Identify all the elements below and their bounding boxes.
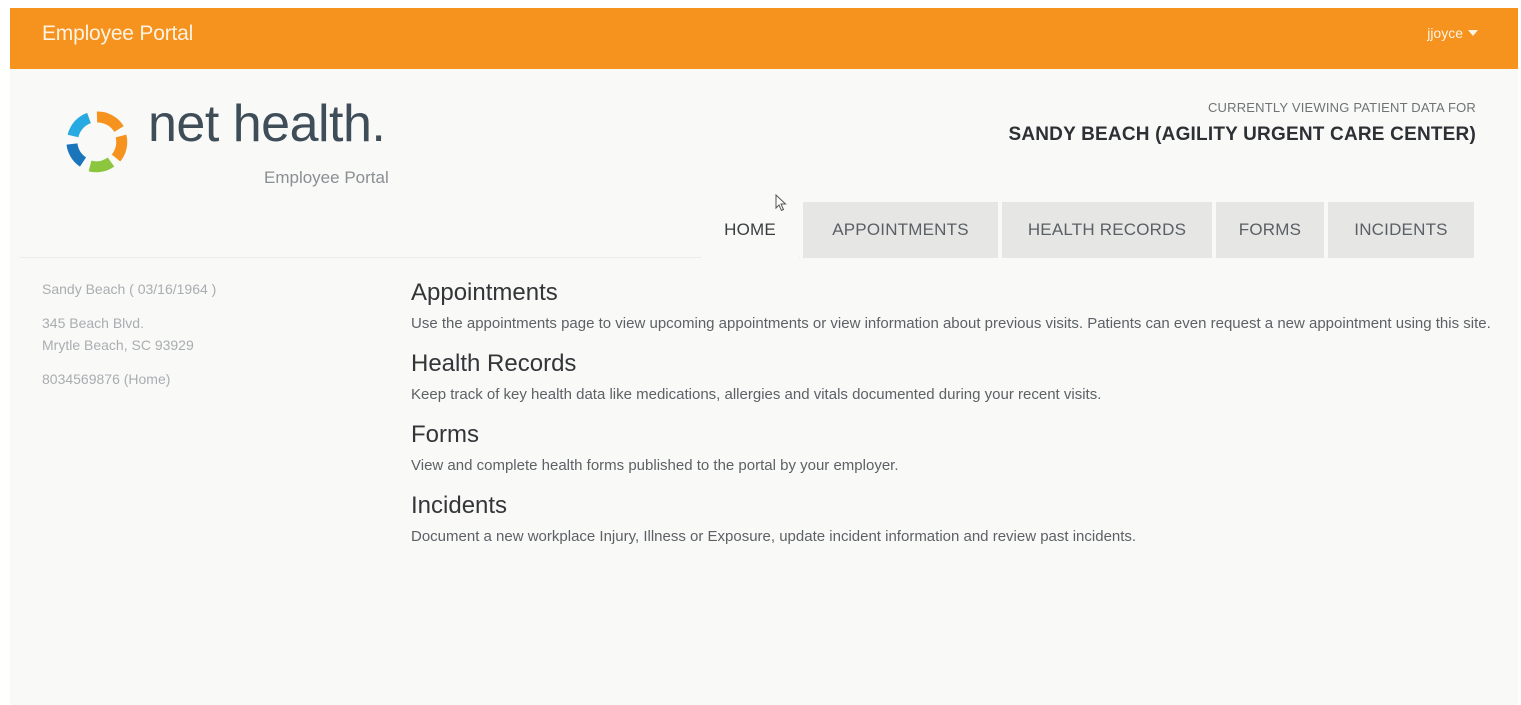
tab-health-records[interactable]: HEALTH RECORDS [1002, 202, 1212, 258]
patient-phone: 8034569876 (Home) [42, 371, 171, 387]
section-health-records: Health Records Keep track of key health … [411, 349, 1491, 408]
tab-appointments[interactable]: APPOINTMENTS [803, 202, 998, 258]
user-menu-toggle[interactable]: jjoyce [1427, 25, 1478, 41]
section-title: Health Records [411, 350, 577, 377]
patient-name-dob: Sandy Beach ( 03/16/1964 ) [42, 281, 217, 297]
tab-forms[interactable]: FORMS [1216, 202, 1324, 258]
section-description: Document a new workplace Injury, Illness… [411, 528, 1137, 545]
section-description: View and complete health forms published… [411, 457, 899, 474]
patient-info-sidebar: Sandy Beach ( 03/16/1964 ) 345 Beach Blv… [42, 278, 362, 402]
section-description: Keep track of key health data like medic… [411, 386, 1102, 403]
top-navbar: Employee Portal jjoyce [10, 8, 1518, 69]
logo-ring-icon [66, 111, 128, 173]
section-forms: Forms View and complete health forms pub… [411, 420, 1491, 479]
logo-wordmark: net health. [148, 95, 386, 153]
section-description: Use the appointments page to view upcomi… [411, 315, 1491, 332]
caret-down-icon [1468, 30, 1478, 36]
navbar-brand[interactable]: Employee Portal [42, 22, 193, 46]
viewing-caption: CURRENTLY VIEWING PATIENT DATA FOR [1207, 100, 1476, 115]
tab-incidents[interactable]: INCIDENTS [1328, 202, 1474, 258]
patient-address-line2: Mrytle Beach, SC 93929 [42, 337, 194, 353]
page-frame: Employee Portal jjoyce net health. Emplo… [10, 8, 1518, 705]
section-title: Incidents [411, 492, 508, 519]
user-name: jjoyce [1427, 25, 1463, 41]
tab-divider [20, 257, 800, 258]
section-title: Forms [411, 421, 479, 448]
logo-subtitle: Employee Portal [264, 168, 389, 187]
mouse-pointer-icon [775, 194, 787, 212]
section-appointments: Appointments Use the appointments page t… [411, 278, 1491, 337]
patient-address: 345 Beach Blvd. Mrytle Beach, SC 93929 [42, 312, 362, 356]
section-incidents: Incidents Document a new workplace Injur… [411, 491, 1491, 550]
home-content: Appointments Use the appointments page t… [411, 278, 1491, 562]
viewing-patient-name: SANDY BEACH (AGILITY URGENT CARE CENTER) [1008, 124, 1476, 145]
viewing-patient-banner: CURRENTLY VIEWING PATIENT DATA FOR SANDY… [1008, 100, 1476, 146]
main-tabs: HOME APPOINTMENTS HEALTH RECORDS FORMS I… [701, 202, 1474, 258]
section-title: Appointments [411, 279, 558, 306]
patient-address-line1: 345 Beach Blvd. [42, 315, 144, 331]
net-health-logo: net health. Employee Portal [64, 95, 454, 196]
